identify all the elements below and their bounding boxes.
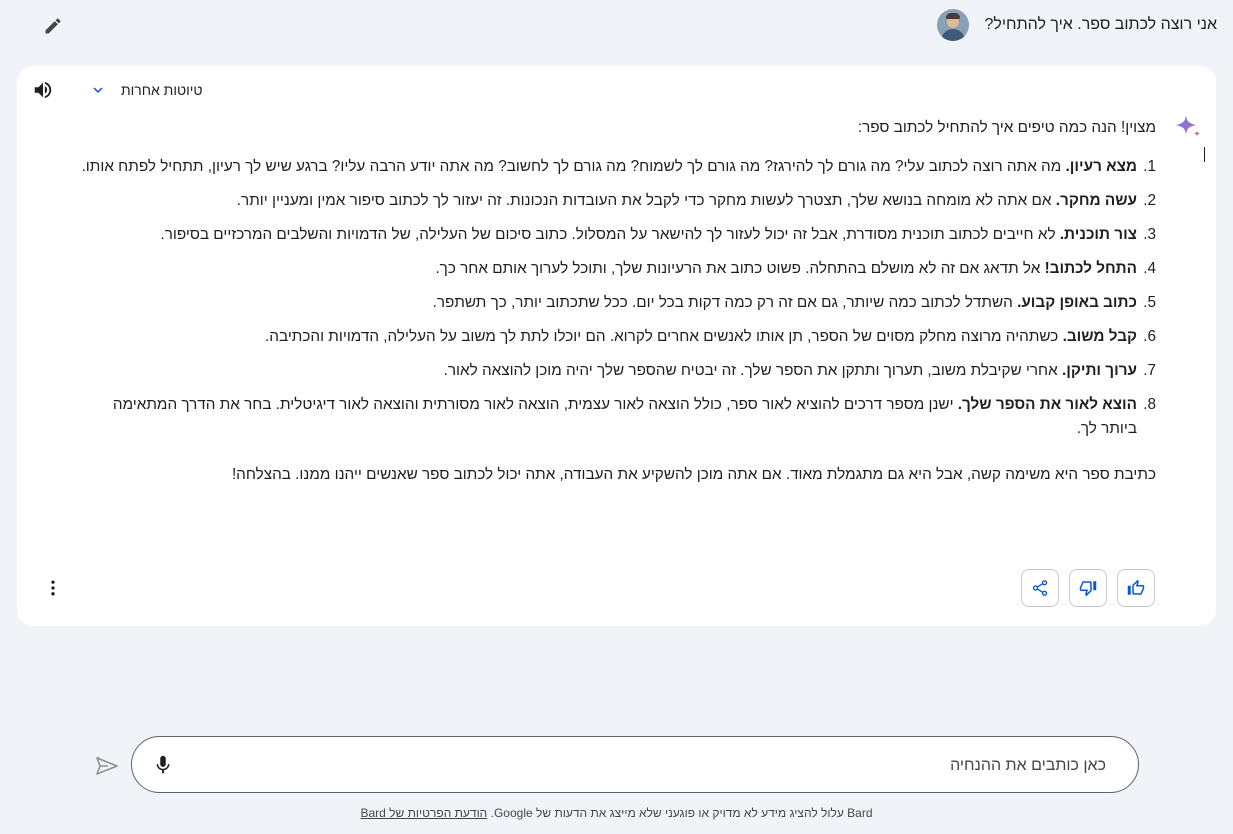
user-prompt-text: אני רוצה לכתוב ספר. איך להתחיל? xyxy=(984,16,1217,33)
other-drafts-label: טיוטות אחרות xyxy=(121,82,203,98)
send-icon xyxy=(96,756,118,775)
response-card: טיוטות אחרות מצוין! הנה כמה טיפים איך לה… xyxy=(17,66,1216,626)
list-item: 4. התחל לכתוב! אל תדאג אם זה לא מושלם בהת… xyxy=(435,260,1156,277)
send-button[interactable] xyxy=(92,753,122,779)
user-message: אני רוצה לכתוב ספר. איך להתחיל? xyxy=(936,8,1217,42)
chevron-down-icon xyxy=(93,87,103,93)
list-item: 5. כתוב באופן קבוע. השתדל לכתוב כמה שיותר… xyxy=(432,294,1156,311)
list-item: 7. ערוך ותיקן. אחרי שקיבלת משוב, תערוך ות… xyxy=(443,362,1156,379)
thumbs-up-button[interactable] xyxy=(1117,569,1155,607)
thumb-up-icon xyxy=(1127,579,1145,595)
more-vert-icon xyxy=(51,580,55,596)
list-item: 6. קבל משוב. כשתהיה מרוצה מחלק מסוים של ה… xyxy=(265,328,1156,345)
avatar xyxy=(936,9,969,41)
privacy-link[interactable]: הודעת הפרטיות של Bard xyxy=(360,806,487,820)
list-item: 3. צור תוכנית. לא חייבים לכתוב תוכנית מסו… xyxy=(160,226,1156,243)
edit-prompt-button[interactable] xyxy=(40,13,66,39)
share-icon xyxy=(1032,580,1048,596)
response-closing: כתיבת ספר היא משימה קשה, אבל היא גם מתגמ… xyxy=(231,466,1156,483)
list-item: 8. הוצא לאור את הספר שלך. ישנן מספר דרכים… xyxy=(112,396,1156,437)
thumb-down-icon xyxy=(1079,581,1097,597)
steps-list: 1. מצא רעיון. מה אתה רוצה לכתוב עלי? מה ג… xyxy=(76,155,1156,441)
prompt-input-box xyxy=(131,736,1139,793)
share-button[interactable] xyxy=(1021,569,1059,607)
disclaimer: Bard עלול להציג מידע לא מדויק או פוגעני … xyxy=(0,806,1233,820)
other-drafts-toggle[interactable]: טיוטות אחרות xyxy=(89,78,203,102)
text-cursor xyxy=(1204,147,1205,162)
list-item: 1. מצא רעיון. מה אתה רוצה לכתוב עלי? מה ג… xyxy=(81,158,1156,175)
pencil-icon xyxy=(45,18,61,34)
listen-button[interactable] xyxy=(31,78,55,102)
disclaimer-text: Bard עלול להציג מידע לא מדויק או פוגעני … xyxy=(487,806,873,820)
response-intro: מצוין! הנה כמה טיפים איך להתחיל לכתוב ספ… xyxy=(857,119,1156,136)
more-options-button[interactable] xyxy=(41,576,65,600)
list-item: 2. עשה מחקר. אם אתה לא מומחה בנושא שלך, ת… xyxy=(236,192,1156,209)
thumbs-down-button[interactable] xyxy=(1069,569,1107,607)
mic-button[interactable] xyxy=(150,752,176,778)
prompt-input[interactable] xyxy=(204,753,1108,779)
mic-icon xyxy=(156,755,170,774)
bard-sparkle-icon xyxy=(1176,115,1200,137)
response-text: מצוין! הנה כמה טיפים איך להתחיל לכתוב ספ… xyxy=(76,116,1156,487)
volume-icon xyxy=(34,81,52,99)
